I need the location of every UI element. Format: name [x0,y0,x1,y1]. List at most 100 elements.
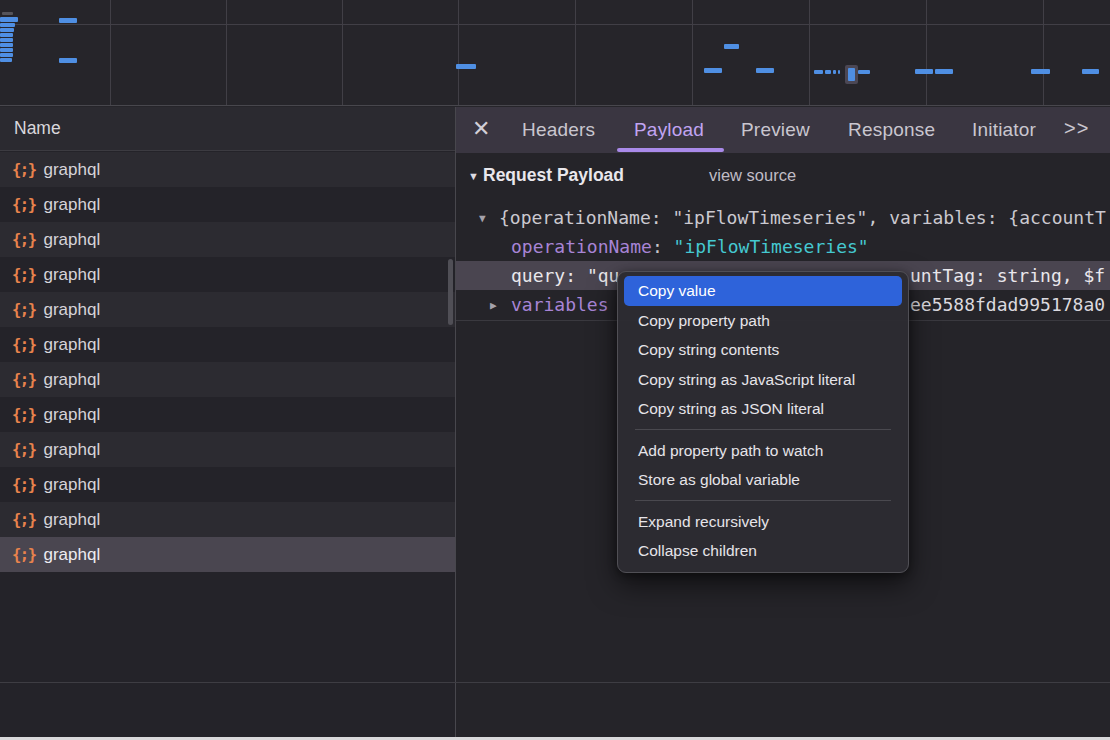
request-name: graphql [44,265,101,285]
overview-gridline-vertical [809,0,810,105]
close-icon[interactable]: ✕ [472,107,490,153]
request-name: graphql [44,475,101,495]
overview-gridline-vertical [1043,0,1044,105]
tab-headers[interactable]: Headers [522,107,595,153]
overview-request-bar [0,43,13,47]
overview-request-bar [724,44,739,49]
menu-item-store-as-global-variable[interactable]: Store as global variable [618,465,908,495]
json-braces-icon: {;} [12,336,36,354]
request-name: graphql [44,160,101,180]
menu-item-expand-recursively[interactable]: Expand recursively [618,507,908,537]
tab-response[interactable]: Response [848,107,935,153]
request-row[interactable]: {;} graphql [0,257,455,292]
request-name: graphql [44,230,101,250]
overview-request-bar [814,70,823,74]
payload-root-row[interactable]: ▼ {operationName: "ipFlowTimeseries", va… [456,203,1110,232]
request-row[interactable]: {;} graphql [0,187,455,222]
menu-item-copy-string-contents[interactable]: Copy string contents [618,335,908,365]
overview-gridline-vertical [226,0,227,105]
menu-item-copy-string-as-javascript-literal[interactable]: Copy string as JavaScript literal [618,365,908,395]
request-row[interactable]: {;} graphql [0,397,455,432]
request-row[interactable]: {;}graphql [0,432,455,467]
devtools-network-panel: Name {;} graphql {;} graphql {;} graphql {;} gr… [0,0,1110,740]
request-name: graphql [44,335,101,355]
menu-item-copy-string-as-json-literal[interactable]: Copy string as JSON literal [618,394,908,424]
expand-caret-icon[interactable]: ▶ [490,291,497,319]
request-name: graphql [44,195,101,215]
overview-gridline-vertical [575,0,576,105]
request-payload-title: Request Payload [483,165,624,186]
overview-request-bar [0,23,15,27]
request-row[interactable]: {;} graphql [0,467,455,502]
json-braces-icon: {;} [12,301,36,319]
overview-gridline-vertical [926,0,927,105]
view-source-link[interactable]: view source [709,166,796,185]
request-payload-section-header: ▼ Request Payload view source [456,163,1110,195]
more-tabs-icon[interactable]: >> [1064,107,1089,153]
menu-separator [618,495,908,507]
tab-initiator[interactable]: Initiator [972,107,1036,153]
request-name: graphql [44,405,101,425]
json-braces-icon: {;} [12,196,36,214]
json-braces-icon: {;} [12,406,36,424]
json-braces-icon: {;} [12,476,36,494]
menu-item-copy-property-path[interactable]: Copy property path [618,306,908,336]
overview-request-bar [0,48,13,52]
menu-separator [618,424,908,436]
request-name: graphql [44,545,101,565]
menu-item-collapse-children[interactable]: Collapse children [618,536,908,566]
request-row[interactable]: {;} graphql [0,222,455,257]
request-name: graphql [44,370,101,390]
overview-request-bar [59,18,77,23]
request-row[interactable]: {;}graphql [0,502,455,537]
overview-request-bar [0,53,13,57]
overview-request-bar [0,38,13,42]
overview-gridline-vertical [110,0,111,105]
request-row[interactable]: {;} graphql [0,152,455,187]
payload-row-operationName[interactable]: operationName: "ipFlowTimeseries" [456,232,1110,261]
request-name: graphql [44,440,101,460]
footer-divider [0,682,1110,683]
overview-gridline-vertical [692,0,693,105]
overview-request-bar [59,58,77,63]
overview-request-bar [858,70,870,74]
overview-selection-bar [848,68,855,81]
request-list-panel: Name {;} graphql {;} graphql {;} graphql {;} gr… [0,107,455,740]
menu-item-add-property-path-to-watch[interactable]: Add property path to watch [618,436,908,466]
overview-gridline-vertical [458,0,459,105]
overview-request-bar [704,68,722,73]
overview-request-bar [456,64,476,69]
overview-request-bar [825,70,831,74]
details-tab-bar: ✕ Headers Payload Preview Response Initiator… [456,107,1110,153]
context-menu: Copy valueCopy property pathCopy string … [617,271,909,573]
json-braces-icon: {;} [12,546,36,564]
scrollbar-thumb[interactable] [448,259,453,325]
json-braces-icon: {;} [12,266,36,284]
network-overview-timeline[interactable] [0,0,1110,106]
overview-request-bar [935,69,953,74]
menu-item-copy-value[interactable]: Copy value [624,276,902,306]
request-row[interactable]: {;} graphql [0,362,455,397]
json-braces-icon: {;} [12,161,36,179]
overview-request-bar [915,69,933,74]
overview-request-bar [1031,69,1050,74]
selected-tab-underline [617,148,724,152]
tab-payload[interactable]: Payload [634,107,704,153]
request-row[interactable]: {;} graphql [0,327,455,362]
overview-request-bar [756,68,774,73]
collapse-caret-icon[interactable]: ▼ [468,170,479,182]
name-column-header[interactable]: Name [0,107,455,151]
json-braces-icon: {;} [12,371,36,389]
expand-caret-icon[interactable]: ▼ [479,204,486,232]
overview-request-bar [838,70,840,74]
request-name: graphql [44,300,101,320]
request-row[interactable]: {;} graphql [0,292,455,327]
overview-request-bar [0,58,12,62]
overview-request-bar [1082,69,1099,74]
request-row[interactable]: {;} graphql [0,537,455,572]
overview-gridline-vertical [342,0,343,105]
tab-preview[interactable]: Preview [741,107,810,153]
overview-request-bar [0,33,13,37]
json-braces-icon: {;} [12,231,36,249]
overview-request-bar [0,17,18,22]
